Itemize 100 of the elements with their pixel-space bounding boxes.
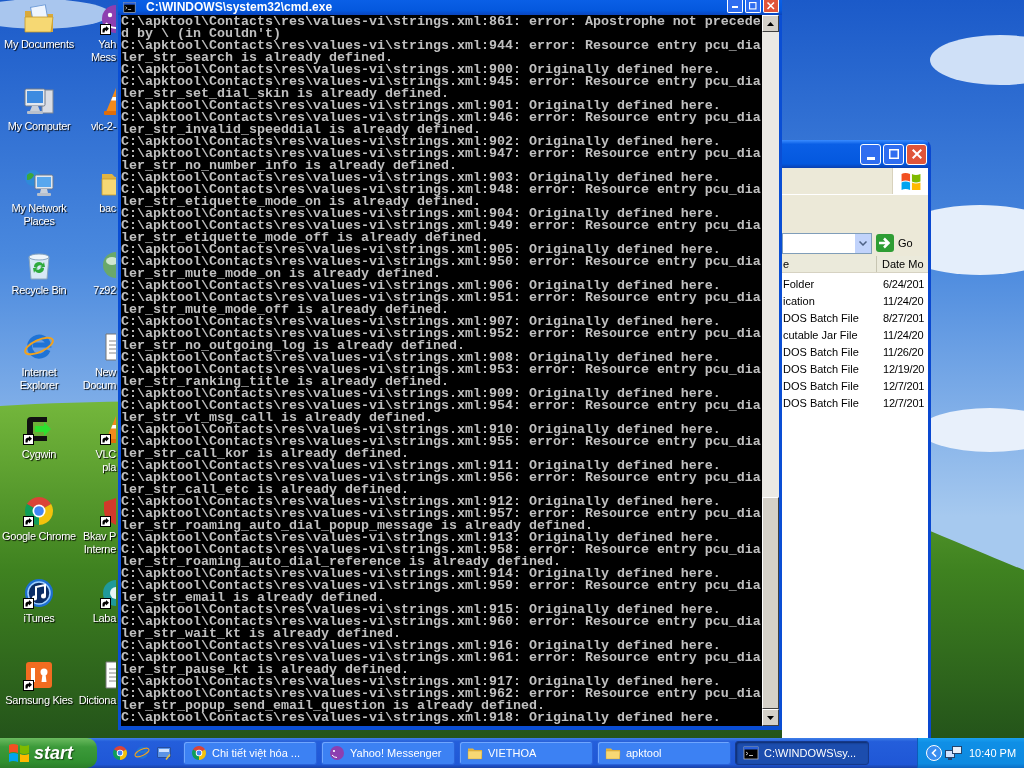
minimize-icon: [732, 5, 738, 8]
console-line: C:\apktool\Contacts\res\values-vi\strings.xml:917: Originally defined here.: [121, 676, 721, 688]
taskbar-button[interactable]: Yahoo! Messenger: [321, 741, 455, 765]
icon-label[interactable]: My Network Places: [11, 202, 67, 228]
console-line: ler_str_no_outgoing_log is already defined.: [121, 340, 465, 352]
console-line: C:\apktool\Contacts\res\values-vi\strings.xml:914: Originally defined here.: [121, 568, 721, 580]
console-line: ler_str_ranking_title is already defined.: [121, 376, 449, 388]
console-line: ler_str_etiquette_mode_off is already defined.: [121, 232, 489, 244]
browser-icon[interactable]: [134, 745, 150, 761]
icon-label[interactable]: Internet Explorer: [19, 366, 59, 392]
icon-label[interactable]: 7z92: [93, 284, 116, 297]
maximize-icon: [888, 149, 899, 159]
console-line: C:\apktool\Contacts\res\values-vi\strings.xml:947: error: Resource entry pcu_dia: [121, 148, 761, 160]
table-cell-text: 12/19/20: [882, 362, 925, 377]
smiley-icon: [329, 745, 345, 761]
icon-label[interactable]: Yah Mess: [90, 38, 116, 64]
console-line: C:\apktool\Contacts\res\values-vi\strings.xml:945: error: Resource entry pcu_dia: [121, 76, 761, 88]
console-line: C:\apktool\Contacts\res\values-vi\strings.xml:960: error: Resource entry pcu_dia: [121, 616, 761, 628]
console-line: ler_str_mute_mode_off is already defined.: [121, 304, 449, 316]
console-line: C:\apktool\Contacts\res\values-vi\strings.xml:958: error: Resource entry pcu_dia: [121, 544, 761, 556]
scroll-down-button[interactable]: [762, 709, 779, 726]
scrollbar-thumb[interactable]: [762, 497, 779, 709]
console-line: ler_str_etiquette_mode_on is already defined.: [121, 196, 481, 208]
icon-label[interactable]: iTunes: [23, 612, 55, 625]
icon-label[interactable]: Laba: [92, 612, 116, 625]
icon-label[interactable]: My Documents: [4, 38, 74, 51]
minimize-button[interactable]: [860, 143, 881, 165]
table-cell-text: DOS Batch File: [782, 379, 860, 394]
console-line: C:\apktool\Contacts\res\values-vi\strings.xml:902: Originally defined here.: [121, 136, 721, 148]
icon-label[interactable]: Recycle Bin: [11, 284, 67, 297]
console-line: C:\apktool\Contacts\res\values-vi\strings.xml:959: error: Resource entry pcu_dia: [121, 580, 761, 592]
console-line: ler_str_set_dial_skin is already defined.: [121, 88, 449, 100]
icon-label[interactable]: Bkav P Interne: [82, 530, 116, 556]
icon-label[interactable]: Dictiona: [78, 694, 116, 707]
table-cell-text: Folder: [782, 277, 816, 292]
go-button[interactable]: Go: [876, 234, 913, 252]
console-line: d by \ (in Couldn't): [121, 28, 281, 40]
console-line: ler_str_call_etc is already defined.: [121, 484, 409, 496]
column-header[interactable]: Date Mo: [877, 256, 924, 272]
console-line: C:\apktool\Contacts\res\values-vi\strings.xml:944: error: Resource entry pcu_dia: [121, 40, 761, 52]
close-icon: [911, 149, 922, 159]
maximize-button[interactable]: [883, 143, 904, 165]
console-line: C:\apktool\Contacts\res\values-vi\strings.xml:904: Originally defined here.: [121, 208, 721, 220]
network-globe-icon[interactable]: [23, 167, 55, 199]
console-line: C:\apktool\Contacts\res\values-vi\strings.xml:910: Originally defined here.: [121, 424, 721, 436]
network-computers-icon[interactable]: [945, 745, 962, 761]
console-line: ler_str_search is already defined.: [121, 52, 393, 64]
console-line: C:\apktool\Contacts\res\values-vi\strings.xml:909: Originally defined here.: [121, 388, 721, 400]
console-line: ler_str_roaming_auto_dial_popup_message is already defined.: [121, 520, 593, 532]
console-line: C:\apktool\Contacts\res\values-vi\strings.xml:915: Originally defined here.: [121, 604, 721, 616]
console-line: ler_str_mute_mode_on is already defined.: [121, 268, 441, 280]
console-line: ler_str_pause_kt is already defined.: [121, 664, 409, 676]
documents-folder-icon[interactable]: [23, 3, 55, 35]
icon-label[interactable]: Samsung Kies: [5, 694, 73, 707]
icon-label[interactable]: VLC pla: [95, 448, 116, 474]
console-icon: [743, 745, 759, 761]
desktop-icon[interactable]: [156, 745, 172, 761]
console-line: C:\apktool\Contacts\res\values-vi\strings.xml:900: Originally defined here.: [121, 64, 721, 76]
console-line: C:\apktool\Contacts\res\values-vi\strings.xml:906: Originally defined here.: [121, 280, 721, 292]
icon-label[interactable]: vlc-2-: [90, 120, 116, 133]
table-cell-text: DOS Batch File: [782, 362, 860, 377]
console-line: ler_str_vt_msg_call is already defined.: [121, 412, 433, 424]
clock[interactable]: 10:40 PM: [969, 744, 1017, 762]
taskbar-button[interactable]: apktool: [597, 741, 731, 765]
start-button[interactable]: start: [0, 738, 97, 768]
close-icon: [767, 2, 775, 10]
scroll-up-button[interactable]: [762, 15, 779, 32]
maximize-button[interactable]: [745, 0, 761, 13]
table-cell-text: 12/7/201: [882, 396, 925, 411]
table-cell-text: 8/27/201: [882, 311, 925, 326]
console-line: C:\apktool\Contacts\res\values-vi\strings.xml:962: error: Resource entry pcu_dia: [121, 688, 761, 700]
round-browser-icon[interactable]: [23, 495, 55, 527]
chevron-down-icon: [859, 240, 867, 246]
console-line: C:\apktool\Contacts\res\values-vi\strings.xml:950: error: Resource entry pcu_dia: [121, 256, 761, 268]
taskbar-button[interactable]: Chi tiết việt hóa ...: [183, 741, 317, 765]
minimize-button[interactable]: [727, 0, 743, 13]
taskbar-button[interactable]: VIETHOA: [459, 741, 593, 765]
console-line: C:\apktool\Contacts\res\values-vi\strings.xml:956: error: Resource entry pcu_dia: [121, 472, 761, 484]
console-line: ler_str_roaming_auto_dial_reference is already defined.: [121, 556, 561, 568]
console-line: C:\apktool\Contacts\res\values-vi\strings.xml:911: Originally defined here.: [121, 460, 721, 472]
console-line: C:\apktool\Contacts\res\values-vi\strings.xml:949: error: Resource entry pcu_dia: [121, 220, 761, 232]
close-button[interactable]: [906, 143, 927, 165]
maximize-icon: [749, 2, 757, 10]
icon-label[interactable]: Cygwin: [21, 448, 57, 461]
keyhole-tile-icon[interactable]: [23, 659, 55, 691]
computer-icon[interactable]: [23, 85, 55, 117]
close-button[interactable]: [763, 0, 779, 13]
console-line: C:\apktool\Contacts\res\values-vi\strings.xml:912: Originally defined here.: [121, 496, 721, 508]
console-line: C:\apktool\Contacts\res\values-vi\strings.xml:918: Originally defined here.: [121, 712, 721, 724]
icon-label[interactable]: My Computer: [7, 120, 71, 133]
table-cell-text: 11/24/20: [882, 294, 924, 309]
minimize-icon: [866, 156, 875, 160]
music-note-icon[interactable]: [23, 577, 55, 609]
address-field[interactable]: [782, 232, 872, 254]
console-line: ler_str_call_kor is already defined.: [121, 448, 409, 460]
icon-label[interactable]: Google Chrome: [2, 530, 76, 543]
table-cell-text: DOS Batch File: [782, 396, 860, 411]
icon-label[interactable]: New Docum: [82, 366, 116, 392]
taskbar-button[interactable]: C:\WINDOWS\sy...: [735, 741, 869, 765]
icon-label[interactable]: bac: [99, 202, 116, 215]
